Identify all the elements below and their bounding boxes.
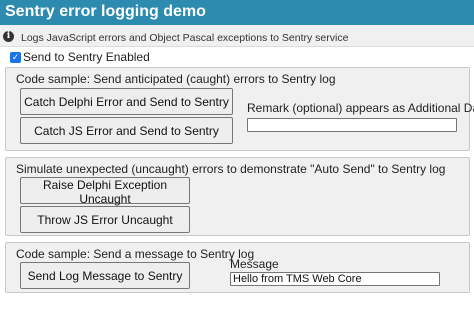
catch-delphi-error-button[interactable]: Catch Delphi Error and Send to Sentry [20,88,233,115]
subtitle-text: Logs JavaScript errors and Object Pascal… [21,32,349,44]
log-message-panel-label: Code sample: Send a message to Sentry lo… [16,247,255,261]
app-title: Sentry error logging demo [0,0,474,25]
message-label: Message [230,257,279,271]
caught-errors-panel-label: Code sample: Send anticipated (caught) e… [16,72,336,86]
uncaught-errors-panel: Simulate unexpected (uncaught) errors to… [5,157,470,236]
remark-input[interactable] [247,118,457,132]
send-to-sentry-checkbox[interactable]: ✓ [10,51,21,63]
throw-js-error-button[interactable]: Throw JS Error Uncaught [20,206,190,233]
message-input[interactable]: Hello from TMS Web Core [230,272,440,286]
caught-errors-panel: Code sample: Send anticipated (caught) e… [5,67,474,151]
info-icon: i [3,30,14,42]
send-log-message-button[interactable]: Send Log Message to Sentry [20,262,190,289]
send-to-sentry-toggle[interactable]: ✓ Send to Sentry Enabled [10,50,150,64]
subtitle-bar: i Logs JavaScript errors and Object Pasc… [0,25,474,47]
catch-js-error-button[interactable]: Catch JS Error and Send to Sentry [20,117,233,144]
remark-label: Remark (optional) appears as Additional … [247,101,474,115]
log-message-panel: Code sample: Send a message to Sentry lo… [5,242,470,293]
send-to-sentry-label: Send to Sentry Enabled [23,50,150,64]
raise-delphi-exception-button[interactable]: Raise Delphi Exception Uncaught [20,177,190,206]
uncaught-errors-panel-label: Simulate unexpected (uncaught) errors to… [16,162,446,176]
